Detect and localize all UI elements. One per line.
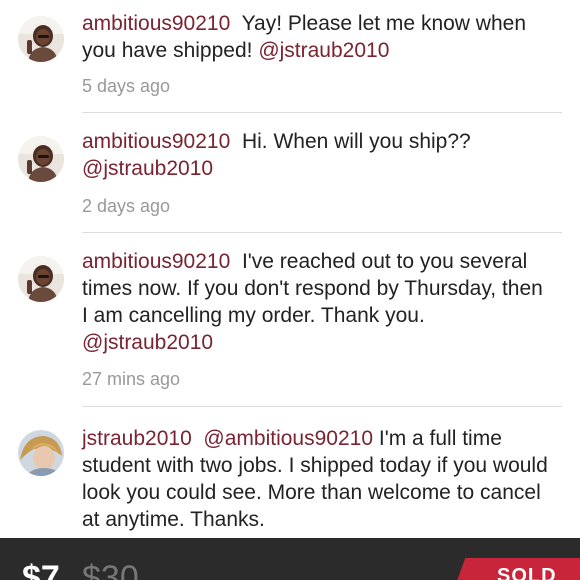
sold-badge-label: SOLD (497, 565, 557, 580)
comment-text: Hi. When will you ship?? (241, 130, 471, 153)
avatar[interactable] (18, 256, 64, 302)
divider (82, 406, 562, 407)
comment-username[interactable]: jstraub2010 (82, 427, 192, 450)
comment-body: ambitious90210 I've reached out to you s… (82, 248, 552, 356)
comment-mention[interactable]: @jstraub2010 (258, 39, 389, 62)
listing-original-price: $30 (82, 559, 139, 580)
comment-mention[interactable]: @jstraub2010 (82, 331, 213, 354)
comment-mention[interactable]: @ambitious90210 (203, 427, 373, 450)
comment-body: jstraub2010 @ambitious90210 I'm a full t… (82, 425, 552, 533)
comment-body: ambitious90210 Yay! Please let me know w… (82, 10, 552, 64)
avatar[interactable] (18, 430, 64, 476)
comment-timestamp: 2 days ago (82, 196, 171, 216)
comment-username[interactable]: ambitious90210 (82, 250, 230, 273)
avatar[interactable] (18, 16, 64, 62)
listing-bar: $7 $30 SOLD (0, 538, 580, 580)
avatar[interactable] (18, 136, 64, 182)
divider (82, 232, 562, 233)
listing-price: $7 (22, 559, 60, 580)
comment-body: ambitious90210 Hi. When will you ship?? … (82, 128, 552, 182)
comment-username[interactable]: ambitious90210 (82, 12, 230, 35)
comment-timestamp: 27 mins ago (82, 369, 181, 389)
comment-mention[interactable]: @jstraub2010 (82, 157, 213, 180)
comment-timestamp: 5 days ago (82, 76, 171, 96)
comment-username[interactable]: ambitious90210 (82, 130, 230, 153)
divider (82, 112, 562, 113)
